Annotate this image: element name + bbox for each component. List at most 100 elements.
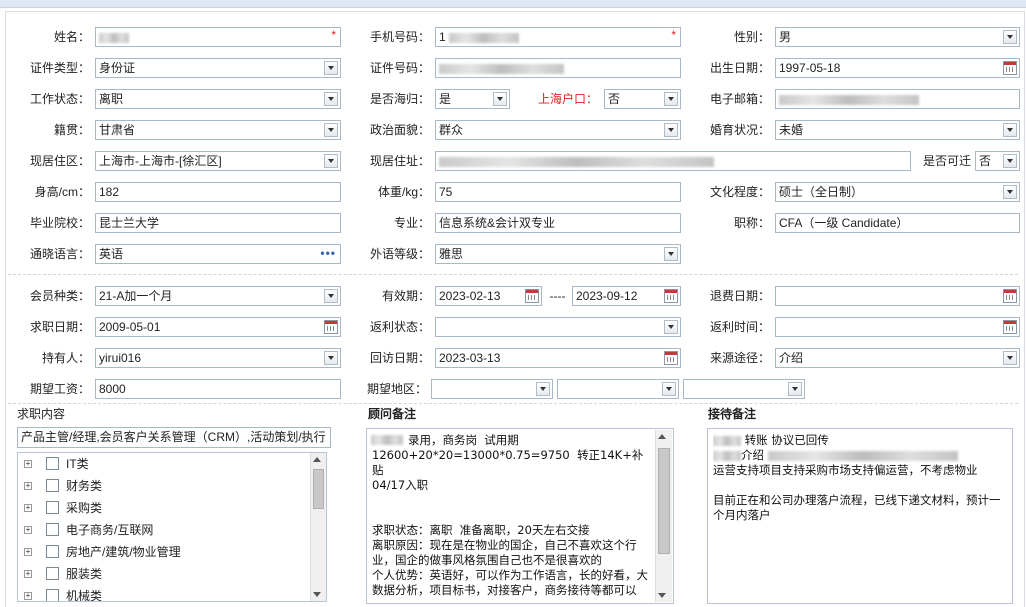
calendar-icon[interactable] xyxy=(1003,61,1017,75)
chevron-down-icon[interactable] xyxy=(662,382,676,396)
chevron-down-icon[interactable] xyxy=(788,382,802,396)
gender-select[interactable]: 男 xyxy=(775,27,1020,47)
consultant-note-scrollbar[interactable] xyxy=(655,430,672,602)
height-field[interactable]: 182 xyxy=(95,182,341,202)
scroll-down-icon[interactable] xyxy=(658,593,666,598)
scroll-thumb[interactable] xyxy=(658,448,670,554)
id-number-field[interactable] xyxy=(435,58,681,78)
category-checkbox[interactable] xyxy=(46,523,59,536)
job-date-field[interactable]: 2009-05-01 xyxy=(95,317,341,337)
language-field[interactable]: 英语 ••• xyxy=(95,244,341,264)
region-city-select[interactable] xyxy=(557,379,679,399)
valid-from-field[interactable]: 2023-02-13 xyxy=(435,286,542,306)
plus-expand-icon[interactable]: + xyxy=(24,570,32,578)
relocate-select[interactable]: 否 xyxy=(975,151,1020,171)
scroll-up-icon[interactable] xyxy=(313,457,321,462)
chevron-down-icon[interactable] xyxy=(1003,30,1017,44)
political-status-select[interactable]: 群众 xyxy=(435,120,681,140)
relocate-label: 是否可迁 xyxy=(922,154,971,168)
calendar-icon[interactable] xyxy=(525,289,539,303)
reception-note-box[interactable]: 转账 协议已回传 介绍 运营支持项目支持采购市场支持偏运营，不考虑物业 目前正在… xyxy=(707,428,1013,604)
marital-status-select[interactable]: 未婚 xyxy=(775,120,1020,140)
member-type-value: 21-A加一个月 xyxy=(99,289,173,303)
job-content-summary[interactable]: 产品主管/经理,会员客户关系管理（CRM）,活动策划/执行 xyxy=(17,427,331,448)
chevron-down-icon[interactable] xyxy=(664,123,678,137)
job-content-header: 求职内容 xyxy=(17,407,66,421)
calendar-icon[interactable] xyxy=(324,320,338,334)
chevron-down-icon[interactable] xyxy=(1003,154,1017,168)
more-options-icon[interactable]: ••• xyxy=(320,245,336,261)
plus-expand-icon[interactable]: + xyxy=(24,482,32,490)
member-type-select[interactable]: 21-A加一个月 xyxy=(95,286,341,306)
valid-to-field[interactable]: 2023-09-12 xyxy=(572,286,681,306)
rebate-time-field[interactable] xyxy=(775,317,1020,337)
calendar-icon[interactable] xyxy=(1003,289,1017,303)
plus-expand-icon[interactable]: + xyxy=(24,504,32,512)
plus-expand-icon[interactable]: + xyxy=(24,548,32,556)
native-place-label: 籍贯： xyxy=(53,123,90,137)
gender-value: 男 xyxy=(779,30,792,44)
birth-date-field[interactable]: 1997-05-18 xyxy=(775,58,1020,78)
residence-area-select[interactable]: 上海市-上海市-[徐汇区] xyxy=(95,151,341,171)
marital-status-value: 未婚 xyxy=(779,123,804,137)
chevron-down-icon[interactable] xyxy=(664,320,678,334)
chevron-down-icon[interactable] xyxy=(324,351,338,365)
category-checkbox[interactable] xyxy=(46,589,59,601)
address-field[interactable] xyxy=(435,151,911,171)
job-title-field[interactable]: CFA（一级 Candidate） xyxy=(775,213,1020,233)
holder-select[interactable]: yirui016 xyxy=(95,348,341,368)
chevron-down-icon[interactable] xyxy=(324,154,338,168)
source-select[interactable]: 介绍 xyxy=(775,348,1020,368)
id-type-select[interactable]: 身份证 xyxy=(95,58,341,78)
chevron-down-icon[interactable] xyxy=(1003,123,1017,137)
plus-expand-icon[interactable]: + xyxy=(24,592,32,600)
chevron-down-icon[interactable] xyxy=(1003,351,1017,365)
calendar-icon[interactable] xyxy=(664,351,678,365)
region-district-select[interactable] xyxy=(683,379,805,399)
native-place-select[interactable]: 甘肃省 xyxy=(95,120,341,140)
education-select[interactable]: 硕士（全日制） xyxy=(775,182,1020,202)
chevron-down-icon[interactable] xyxy=(493,92,507,106)
school-field[interactable]: 昆士兰大学 xyxy=(95,213,341,233)
category-checkbox[interactable] xyxy=(46,501,59,514)
email-field[interactable] xyxy=(775,89,1020,109)
calendar-icon[interactable] xyxy=(664,289,678,303)
rebate-time-label: 返利时间： xyxy=(709,320,770,334)
category-checkbox[interactable] xyxy=(46,545,59,558)
plus-expand-icon[interactable]: + xyxy=(24,526,32,534)
phone-field[interactable]: 1 * xyxy=(435,27,681,47)
chevron-down-icon[interactable] xyxy=(324,123,338,137)
calendar-icon[interactable] xyxy=(1003,320,1017,334)
scroll-up-icon[interactable] xyxy=(658,434,666,439)
rebate-status-select[interactable] xyxy=(435,317,681,337)
chevron-down-icon[interactable] xyxy=(536,382,550,396)
work-status-select[interactable]: 离职 xyxy=(95,89,341,109)
scroll-down-icon[interactable] xyxy=(313,592,321,597)
chevron-down-icon[interactable] xyxy=(324,61,338,75)
region-province-select[interactable] xyxy=(431,379,553,399)
weight-field[interactable]: 75 xyxy=(435,182,681,202)
valid-period-label: 有效期： xyxy=(381,289,430,303)
chevron-down-icon[interactable] xyxy=(1003,185,1017,199)
scroll-thumb[interactable] xyxy=(313,469,324,509)
chevron-down-icon[interactable] xyxy=(324,289,338,303)
chevron-down-icon[interactable] xyxy=(324,92,338,106)
expected-salary-field[interactable]: 8000 xyxy=(95,379,341,399)
tree-scrollbar[interactable] xyxy=(310,453,326,601)
name-field[interactable]: * xyxy=(95,27,341,47)
category-checkbox[interactable] xyxy=(46,479,59,492)
returnee-select[interactable]: 是 xyxy=(435,89,510,109)
refund-date-field[interactable] xyxy=(775,286,1020,306)
plus-expand-icon[interactable]: + xyxy=(24,460,32,468)
visit-date-field[interactable]: 2023-03-13 xyxy=(435,348,681,368)
chevron-down-icon[interactable] xyxy=(664,92,678,106)
consultant-note-box[interactable]: 录用，商务岗 试用期 12600+20*20=13000*0.75=9750 转… xyxy=(366,428,674,604)
chevron-down-icon[interactable] xyxy=(664,247,678,261)
category-checkbox[interactable] xyxy=(46,567,59,580)
language-label: 通晓语言： xyxy=(29,247,90,261)
category-checkbox[interactable] xyxy=(46,457,59,470)
shanghai-hukou-select[interactable]: 否 xyxy=(604,89,681,109)
redacted-phone xyxy=(449,32,520,43)
foreign-level-select[interactable]: 雅思 xyxy=(435,244,681,264)
major-field[interactable]: 信息系统&会计双专业 xyxy=(435,213,681,233)
